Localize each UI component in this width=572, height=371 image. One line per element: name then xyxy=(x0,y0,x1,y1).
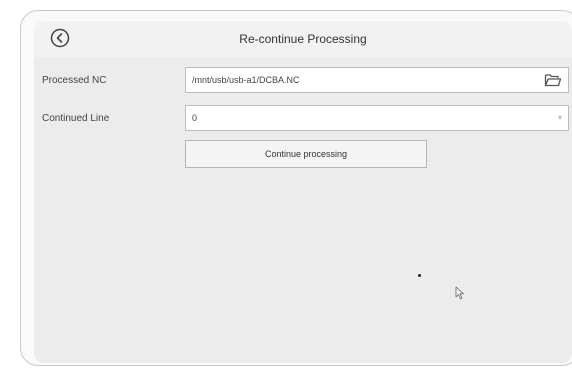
folder-open-icon xyxy=(544,74,562,87)
mouse-pointer-icon xyxy=(455,286,464,300)
dot-marker xyxy=(418,274,421,277)
chevron-down-icon: ▾ xyxy=(557,113,562,122)
processed-nc-value: /mnt/usb/usb-a1/DCBA.NC xyxy=(192,75,300,85)
continued-line-value: 0 xyxy=(192,113,198,123)
folder-button[interactable] xyxy=(544,72,562,88)
page-title: Re-continue Processing xyxy=(239,32,367,46)
processed-nc-field[interactable]: /mnt/usb/usb-a1/DCBA.NC xyxy=(185,67,569,93)
continued-line-label: Continued Line xyxy=(42,113,110,124)
continued-line-field[interactable]: 0 ▾ xyxy=(185,105,569,131)
continue-processing-button[interactable]: Continue processing xyxy=(185,140,427,168)
processed-nc-label: Processed NC xyxy=(42,75,107,86)
